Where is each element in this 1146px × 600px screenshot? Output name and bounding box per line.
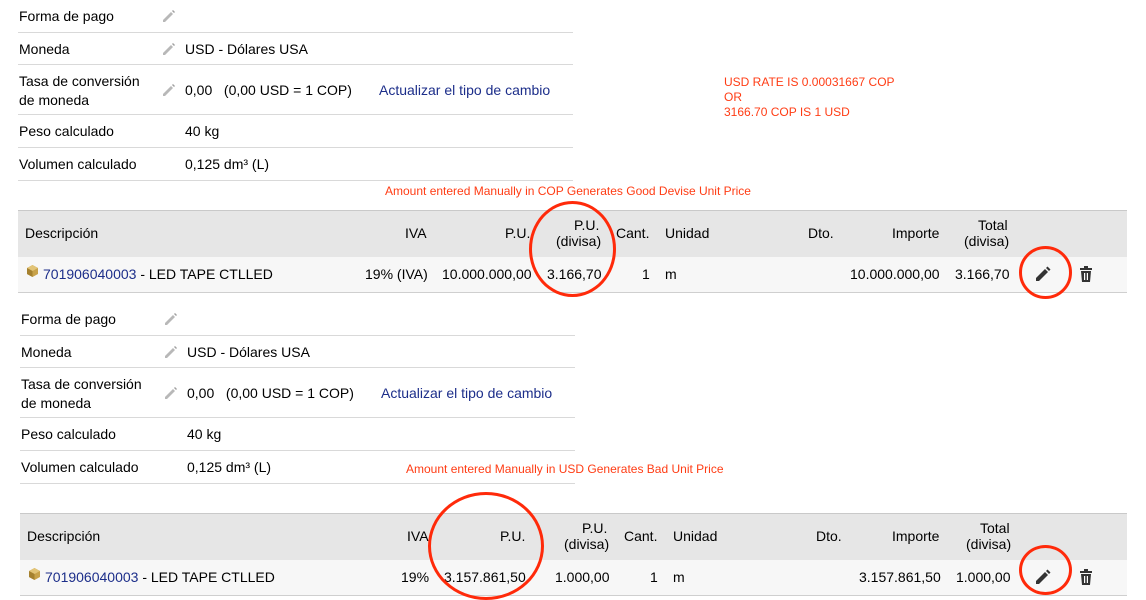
forma-de-pago-label: Forma de pago xyxy=(19,8,114,24)
pencil-icon[interactable] xyxy=(161,41,177,57)
cell-unidad: m xyxy=(673,569,685,585)
pencil-icon[interactable] xyxy=(163,385,179,401)
divider xyxy=(18,180,573,181)
cell-iva: 19% (IVA) xyxy=(365,266,428,282)
annotation-bad-price: Amount entered Manually in USD Generates… xyxy=(406,462,724,476)
col-total-line1[interactable]: Total xyxy=(978,217,1008,233)
highlight-circle xyxy=(1019,545,1072,595)
divider xyxy=(20,483,575,484)
volumen-label: Volumen calculado xyxy=(21,459,139,475)
col-pu-divisa-line2[interactable]: (divisa) xyxy=(564,536,609,552)
col-importe[interactable]: Importe xyxy=(892,528,939,544)
col-total-line1[interactable]: Total xyxy=(980,520,1010,536)
tasa-label-line2: de moneda xyxy=(21,395,92,411)
volumen-value: 0,125 dm³ (L) xyxy=(185,156,270,172)
cell-total-divisa: 3.166,70 xyxy=(955,266,1010,282)
col-cant[interactable]: Cant. xyxy=(616,225,649,241)
divider xyxy=(18,147,573,148)
tasa-label-line1: Tasa de conversión xyxy=(21,376,142,392)
col-total-line2[interactable]: (divisa) xyxy=(964,233,1009,249)
moneda-label: Moneda xyxy=(21,344,72,360)
cell-pu-divisa: 1.000,00 xyxy=(555,569,610,585)
cell-iva: 19% xyxy=(401,569,430,585)
highlight-circle xyxy=(428,492,544,600)
col-pu-divisa-line1[interactable]: P.U. xyxy=(582,520,607,536)
product-cell: 701906040003 - LED TAPE CTLLED xyxy=(43,266,273,282)
moneda-value: USD - Dólares USA xyxy=(185,41,308,57)
tasa-value: 0,00 (0,00 USD = 1 COP) xyxy=(187,385,354,401)
divider xyxy=(18,114,573,115)
product-box-icon xyxy=(27,265,38,277)
col-iva[interactable]: IVA xyxy=(407,528,429,544)
pencil-icon[interactable] xyxy=(163,344,179,360)
col-cant[interactable]: Cant. xyxy=(624,528,657,544)
peso-value: 40 kg xyxy=(187,426,222,442)
divider xyxy=(20,417,575,418)
cell-cant: 1 xyxy=(650,569,658,585)
col-importe[interactable]: Importe xyxy=(892,225,939,241)
divider xyxy=(20,450,575,451)
pencil-icon[interactable] xyxy=(161,8,177,24)
product-ref-link[interactable]: 701906040003 xyxy=(45,569,138,585)
update-exchange-rate-link[interactable]: Actualizar el tipo de cambio xyxy=(381,385,552,401)
highlight-circle xyxy=(529,201,616,297)
divider xyxy=(18,32,573,33)
col-total-line2[interactable]: (divisa) xyxy=(966,536,1011,552)
col-descripcion[interactable]: Descripción xyxy=(25,225,98,241)
divider xyxy=(18,64,573,65)
col-descripcion[interactable]: Descripción xyxy=(27,528,100,544)
peso-label: Peso calculado xyxy=(21,426,116,442)
col-unidad[interactable]: Unidad xyxy=(665,225,709,241)
highlight-circle xyxy=(1019,246,1072,299)
col-dto[interactable]: Dto. xyxy=(816,528,842,544)
tasa-value: 0,00 (0,00 USD = 1 COP) xyxy=(185,82,352,98)
col-unidad[interactable]: Unidad xyxy=(673,528,717,544)
trash-icon[interactable] xyxy=(1077,265,1095,283)
product-desc: - LED TAPE CTLLED xyxy=(138,569,275,585)
annotation-line: 3166.70 COP IS 1 USD xyxy=(724,105,850,119)
forma-de-pago-label: Forma de pago xyxy=(21,311,116,327)
divider xyxy=(20,367,575,368)
product-cell: 701906040003 - LED TAPE CTLLED xyxy=(45,569,275,585)
cell-total-divisa: 1.000,00 xyxy=(956,569,1011,585)
peso-label: Peso calculado xyxy=(19,123,114,139)
update-exchange-rate-link[interactable]: Actualizar el tipo de cambio xyxy=(379,82,550,98)
col-dto[interactable]: Dto. xyxy=(808,225,834,241)
volumen-value: 0,125 dm³ (L) xyxy=(187,459,272,475)
annotation-line: USD RATE IS 0.00031667 COP xyxy=(724,75,895,89)
moneda-value: USD - Dólares USA xyxy=(187,344,310,360)
cell-importe: 10.000.000,00 xyxy=(850,266,940,282)
product-box-icon xyxy=(29,568,40,580)
cell-pu: 10.000.000,00 xyxy=(442,266,532,282)
tasa-label-line2: de moneda xyxy=(19,92,90,108)
volumen-label: Volumen calculado xyxy=(19,156,137,172)
col-pu[interactable]: P.U. xyxy=(505,225,530,241)
divider xyxy=(20,335,575,336)
tasa-label-line1: Tasa de conversión xyxy=(19,73,140,89)
moneda-label: Moneda xyxy=(19,41,70,57)
cell-cant: 1 xyxy=(642,266,650,282)
annotation-good-price: Amount entered Manually in COP Generates… xyxy=(385,184,751,198)
cell-importe: 3.157.861,50 xyxy=(859,569,941,585)
cell-unidad: m xyxy=(665,266,677,282)
trash-icon[interactable] xyxy=(1077,568,1095,586)
pencil-icon[interactable] xyxy=(163,311,179,327)
product-desc: - LED TAPE CTLLED xyxy=(136,266,273,282)
product-ref-link[interactable]: 701906040003 xyxy=(43,266,136,282)
peso-value: 40 kg xyxy=(185,123,220,139)
annotation-line: OR xyxy=(724,90,742,104)
col-iva[interactable]: IVA xyxy=(405,225,427,241)
pencil-icon[interactable] xyxy=(161,82,177,98)
